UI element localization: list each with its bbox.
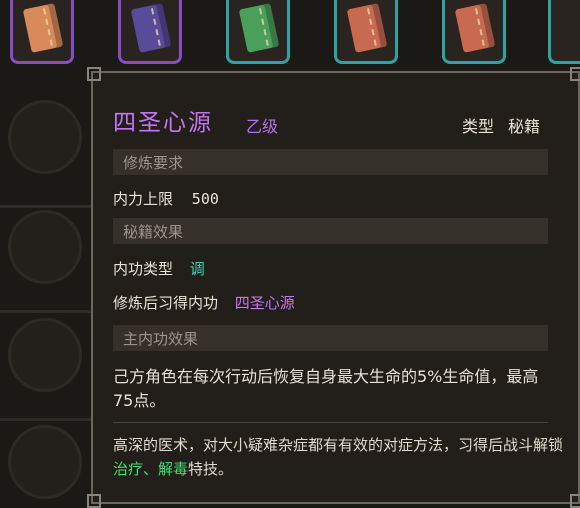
skill-detox: 解毒: [158, 460, 189, 478]
inner-type-row: 内功类型 调: [113, 258, 205, 279]
req-row: 内力上限 500: [113, 188, 219, 209]
corner-ornament: [570, 494, 580, 508]
book-icon: [454, 3, 496, 53]
type-label: 类型: [461, 117, 494, 136]
req-label: 内力上限: [113, 190, 174, 208]
corner-ornament: [570, 67, 580, 81]
book-icon: [130, 3, 172, 53]
divider: [0, 418, 92, 421]
inventory-slot-2[interactable]: [118, 0, 182, 64]
inventory-slot-5[interactable]: [442, 0, 506, 64]
inner-type-label: 内功类型: [113, 260, 174, 278]
requirement-header: 修炼要求: [113, 149, 548, 175]
inventory-slot-4[interactable]: [334, 0, 398, 64]
item-tooltip: 四圣心源 乙级 类型 秘籍 修炼要求 内力上限 500 秘籍效果 内功类型 调 修…: [87, 67, 580, 508]
corner-ornament: [87, 494, 101, 508]
empty-slot[interactable]: [8, 425, 82, 499]
inventory-slot-1[interactable]: [10, 0, 74, 64]
item-name: 四圣心源: [113, 110, 213, 136]
empty-slot[interactable]: [8, 100, 82, 174]
empty-slot[interactable]: [8, 318, 82, 392]
main-effect-header: 主内功效果: [113, 325, 548, 351]
skill-heal: 治疗: [113, 460, 144, 478]
inventory-slot-3[interactable]: [226, 0, 290, 64]
req-value: 500: [191, 190, 219, 208]
description: 高深的医术，对大小疑难杂症都有有效的对症方法，习得后战斗解锁治疗、解毒特技。: [113, 436, 564, 478]
item-grade: 乙级: [246, 117, 279, 136]
divider: [0, 205, 92, 208]
divider: [0, 310, 92, 313]
book-icon: [238, 3, 280, 53]
main-effect-text: 己方角色在每次行动后恢复自身最大生命的5%生命值，最高75点。: [113, 367, 539, 410]
book-icon: [22, 3, 64, 53]
corner-ornament: [87, 67, 101, 81]
learn-row: 修炼后习得内功 四圣心源: [113, 292, 295, 313]
book-icon: [346, 3, 388, 53]
empty-slot[interactable]: [8, 210, 82, 284]
type-value: 秘籍: [507, 117, 540, 136]
inventory-slot-6[interactable]: [548, 0, 580, 64]
effect-header: 秘籍效果: [113, 218, 548, 244]
separator: [113, 422, 548, 423]
learn-value: 四圣心源: [234, 294, 295, 312]
inner-type-value: 调: [189, 260, 205, 278]
learn-label: 修炼后习得内功: [113, 294, 219, 312]
item-type: 类型 秘籍: [462, 113, 540, 137]
